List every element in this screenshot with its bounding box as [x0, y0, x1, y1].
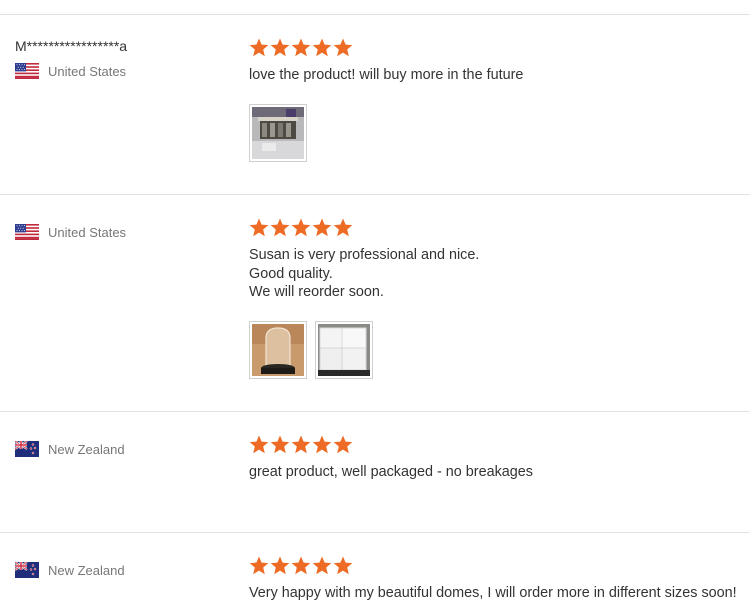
review-text-line: Susan is very professional and nice. [249, 247, 480, 263]
nz-flag-icon [15, 441, 39, 457]
buyer-name: M*****************a [15, 38, 128, 54]
star-icon [270, 556, 290, 575]
us-flag-icon [15, 224, 39, 240]
review-text-line: We will reorder soon. [249, 284, 384, 300]
review-text: Very happy with my beautiful domes, I wi… [249, 584, 737, 603]
star-icon [312, 556, 332, 575]
review-text-line: great product, well packaged - no breaka… [249, 464, 533, 480]
star-icon [249, 218, 269, 237]
review-text-line: Very happy with my beautiful domes, I wi… [249, 585, 737, 601]
star-icon [270, 218, 290, 237]
star-icon [312, 435, 332, 454]
review-photo-thumbnail[interactable] [249, 104, 307, 162]
star-icon [249, 435, 269, 454]
star-icon [291, 556, 311, 575]
buyer-country: United States [15, 63, 126, 79]
review-photo-thumbnail[interactable] [249, 321, 307, 379]
review-text: Susan is very professional and nice. Goo… [249, 246, 479, 302]
review-photos [249, 104, 315, 162]
buyer-country: United States [15, 224, 126, 240]
buyer-country: New Zealand [15, 441, 125, 457]
star-icon [249, 38, 269, 57]
review-photo-boxes [318, 324, 370, 376]
star-icon [333, 435, 353, 454]
star-icon [270, 38, 290, 57]
star-rating [249, 556, 354, 575]
star-rating [249, 435, 354, 454]
star-icon [312, 218, 332, 237]
review-text-line: Good quality. [249, 265, 333, 282]
review-item: M*****************a United States love t… [0, 14, 750, 195]
review-photo-thumbnail[interactable] [315, 321, 373, 379]
star-icon [249, 556, 269, 575]
star-rating [249, 218, 354, 237]
us-flag-icon [15, 63, 39, 79]
review-photo-dome [252, 324, 304, 376]
review-photos [249, 321, 381, 379]
country-name: United States [48, 224, 127, 240]
review-text-line: love the product! will buy more in the f… [249, 67, 524, 83]
review-text: great product, well packaged - no breaka… [249, 463, 533, 482]
star-icon [291, 38, 311, 57]
country-name: New Zealand [48, 562, 125, 578]
review-text: love the product! will buy more in the f… [249, 66, 523, 85]
star-icon [333, 556, 353, 575]
country-name: United States [48, 63, 127, 79]
review-item: New Zealand great product, well packaged… [0, 411, 750, 533]
star-icon [312, 38, 332, 57]
country-name: New Zealand [48, 441, 125, 457]
star-icon [291, 218, 311, 237]
star-icon [270, 435, 290, 454]
star-rating [249, 38, 354, 57]
review-item: United States Susan is very professional… [0, 194, 750, 412]
review-photo-shelf [252, 107, 304, 159]
star-icon [333, 218, 353, 237]
nz-flag-icon [15, 562, 39, 578]
buyer-country: New Zealand [15, 562, 125, 578]
review-item: New Zealand Very happy with my beautiful… [0, 532, 750, 615]
star-icon [291, 435, 311, 454]
star-icon [333, 38, 353, 57]
